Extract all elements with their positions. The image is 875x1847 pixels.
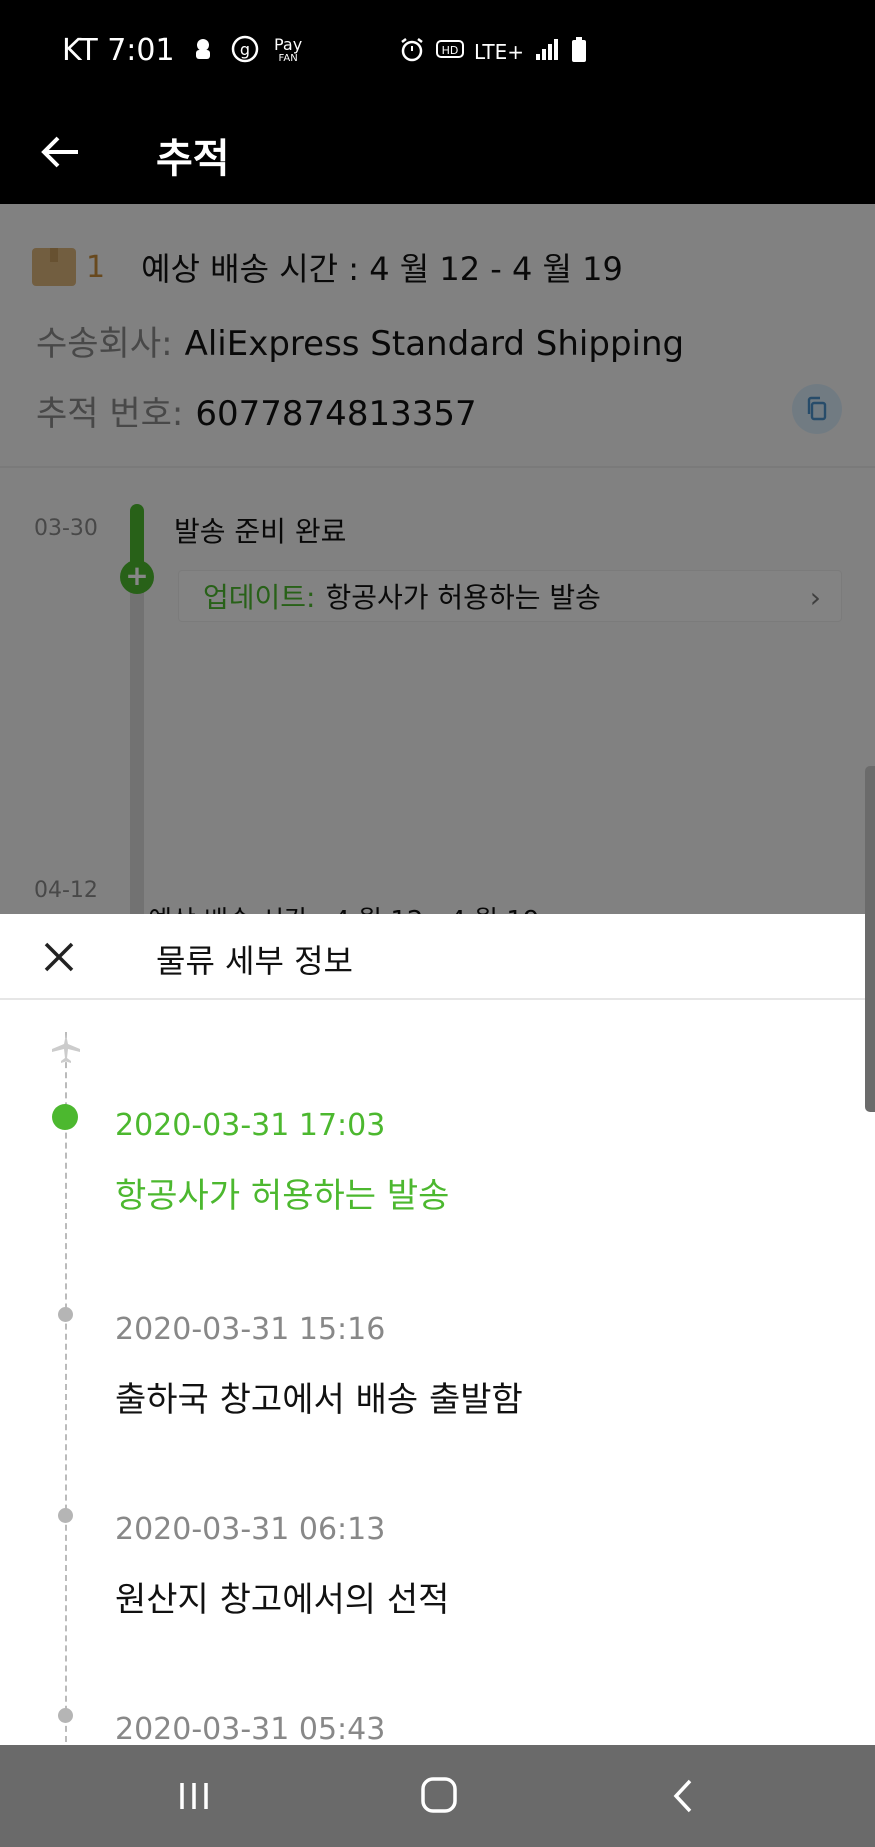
- back-arrow-icon: [41, 136, 78, 168]
- logistics-details-sheet: 물류 세부 정보 2020-03-31 17:03 항공사가 허용하는 발송 2…: [0, 914, 875, 1745]
- scrollbar[interactable]: [865, 766, 875, 1112]
- notification-icon: [190, 35, 216, 69]
- sheet-title: 물류 세부 정보: [156, 942, 353, 980]
- chevron-left-icon: [673, 1779, 692, 1813]
- app-header: 추적: [0, 100, 875, 204]
- svg-text:g: g: [240, 40, 250, 59]
- event-time: 2020-03-31 05:43: [115, 1712, 386, 1745]
- recent-apps-icon: [180, 1783, 208, 1809]
- alarm-icon: [398, 36, 426, 68]
- system-back-button[interactable]: [660, 1775, 708, 1817]
- event-dot: [58, 1307, 73, 1322]
- event-time: 2020-03-31 17:03: [115, 1108, 386, 1143]
- sheet-header: 물류 세부 정보: [0, 914, 875, 1000]
- home-button[interactable]: [415, 1775, 463, 1817]
- pay-label: Pay: [274, 35, 303, 54]
- event-dot: [58, 1708, 73, 1723]
- recent-apps-button[interactable]: [170, 1775, 218, 1817]
- home-icon: [421, 1777, 457, 1813]
- network-type: LTE+: [474, 40, 524, 64]
- g-icon: g: [230, 34, 260, 70]
- status-time: KT 7:01: [62, 33, 175, 68]
- event-description: 원산지 창고에서의 선적: [115, 1580, 450, 1620]
- event-time: 2020-03-31 15:16: [115, 1312, 386, 1347]
- back-button[interactable]: [34, 122, 94, 182]
- page-title: 추적: [156, 136, 230, 182]
- event-time: 2020-03-31 06:13: [115, 1512, 386, 1547]
- logistics-timeline-line: [65, 1032, 67, 1745]
- pay-sub: FAN: [278, 53, 298, 64]
- signal-icon: [534, 38, 560, 66]
- pay-icon: Pay FAN: [274, 35, 303, 66]
- status-icons-right: HD LTE+: [398, 36, 588, 68]
- event-description: 항공사가 허용하는 발송: [115, 1176, 450, 1216]
- svg-text:HD: HD: [442, 44, 459, 57]
- navigation-bar: [0, 1745, 875, 1847]
- airplane-icon: [50, 1032, 82, 1064]
- dim-overlay[interactable]: [0, 204, 875, 914]
- close-icon: [44, 942, 74, 972]
- event-dot: [58, 1508, 73, 1523]
- event-dot-active: [52, 1104, 78, 1130]
- status-icons-left: g Pay FAN: [190, 34, 302, 70]
- hd-icon: HD: [436, 39, 464, 65]
- event-description: 출하국 창고에서 배송 출발함: [115, 1380, 523, 1420]
- battery-icon: [570, 37, 588, 67]
- status-bar: KT 7:01 g Pay FAN HD LTE+: [0, 0, 875, 100]
- close-button[interactable]: [34, 932, 84, 982]
